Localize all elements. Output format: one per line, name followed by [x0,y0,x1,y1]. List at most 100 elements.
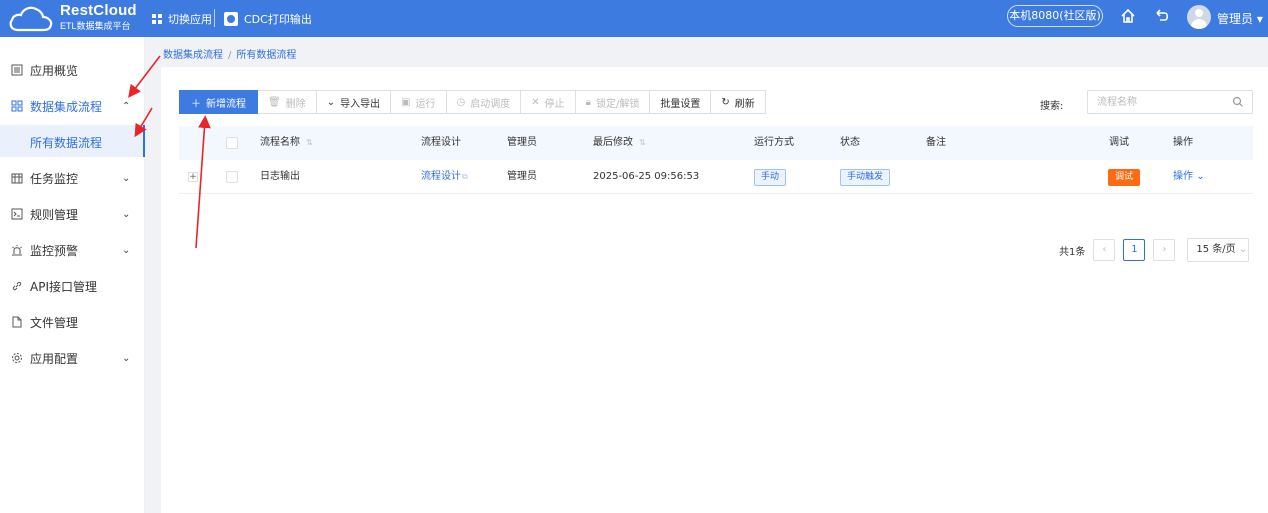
external-link-icon: ⧉ [462,172,468,181]
lock-unlock-button[interactable]: 🔒︎ 锁定/解锁 [575,90,651,114]
debug-cell: 调试 [1108,160,1141,194]
sidebar-item-rules[interactable]: 规则管理 ⌄ [0,196,145,232]
sidebar-item-label: 数据集成流程 [30,99,103,114]
alarm-icon [12,245,22,256]
col-modified-label: 最后修改 [593,137,633,148]
play-box-icon: ▣ [401,96,411,108]
chevron-down-icon: ⌄ [122,208,131,220]
breadcrumb: 数据集成流程 / 所有数据流程 [163,46,296,61]
sidebar-item-task-monitor[interactable]: 任务监控 ⌄ [0,160,145,196]
brand-title: RestCloud [60,2,137,19]
page-size-select[interactable]: 15 条/页 ⌄ [1187,238,1250,262]
plus-icon: ＋ [191,98,201,110]
apps-grid-icon [152,14,162,24]
sidebar-item-label: 文件管理 [30,315,79,330]
breadcrumb-separator: / [228,50,232,61]
prev-page-button[interactable]: ‹ [1093,239,1116,261]
col-actions: 操作 [1173,137,1193,148]
breadcrumb-parent[interactable]: 数据集成流程 [163,50,223,61]
switch-app-button[interactable]: 切换应用 [152,11,212,27]
debug-button[interactable]: 调试 [1108,169,1141,186]
batch-settings-label: 批量设置 [660,98,701,110]
actions-dropdown[interactable]: 操作 ⌄ [1173,160,1205,194]
trash-icon: 🗑 [268,96,281,108]
flow-list-panel: ＋ 新增流程 🗑 删除 ⌄ 导入导出 ▣ 运行 ◷ 启动调度 ✕ 停止 🔒︎ 锁定/解锁 批量… [161,67,1268,513]
sort-icon[interactable]: ⇅ [639,138,646,147]
user-avatar[interactable] [1187,5,1211,29]
home-icon[interactable] [1120,8,1136,24]
current-app-label: CDC打印输出 [244,13,312,26]
batch-settings-button[interactable]: 批量设置 [650,90,712,114]
search-label: 搜索: [1040,101,1064,112]
refresh-icon: ↻ [721,96,730,108]
user-name: 管理员 [1217,12,1254,26]
sidebar-subitem-label: 所有数据流程 [30,136,103,150]
col-debug: 调试 [1109,137,1129,148]
expand-row-icon[interactable]: + [188,172,198,182]
select-all-checkbox[interactable] [226,137,238,149]
page-number-button[interactable]: 1 [1123,239,1146,261]
divider [214,9,215,27]
search-field[interactable] [1087,90,1253,114]
sidebar-item-api[interactable]: API接口管理 [0,268,145,304]
sidebar-item-alerts[interactable]: 监控预警 ⌄ [0,232,145,268]
run-button[interactable]: ▣ 运行 [391,90,447,114]
col-design: 流程设计 [421,137,461,148]
terminal-icon [11,208,23,220]
search-icon[interactable] [1232,96,1244,108]
sort-icon[interactable]: ⇅ [306,138,313,147]
sidebar-item-data-flows[interactable]: 数据集成流程 ⌃ [0,88,145,124]
current-app[interactable]: CDC打印输出 [224,11,312,27]
environment-badge[interactable]: 本机8080(社区版) [1007,5,1103,27]
new-flow-label: 新增流程 [206,98,246,110]
lock-icon: 🔒︎ [585,96,591,108]
col-remark: 备注 [926,137,946,148]
sidebar-item-label: 监控预警 [30,243,79,258]
new-flow-button[interactable]: ＋ 新增流程 [179,90,258,114]
sidebar-item-label: 任务监控 [30,171,79,186]
refresh-button[interactable]: ↻ 刷新 [711,90,766,114]
chevron-down-icon: ⌄ [122,244,131,256]
table-header: 流程名称 ⇅ 流程设计 管理员 最后修改 ⇅ 运行方式 状态 备注 调试 操作 [179,126,1253,160]
delete-button[interactable]: 🗑 删除 [258,90,317,114]
brand-logo[interactable]: RestCloud ETL数据集成平台 [8,2,138,35]
flow-name: 日志输出 [260,171,300,182]
user-menu[interactable]: 管理员 ▾ [1217,10,1263,27]
clock-icon: ◷ [456,96,466,108]
col-name[interactable]: 流程名称 ⇅ [260,126,313,160]
start-schedule-button[interactable]: ◷ 启动调度 [446,90,522,114]
col-modified[interactable]: 最后修改 ⇅ [593,126,646,160]
chevron-down-icon: ⌄ [326,96,336,108]
cloud-logo-icon [9,6,53,32]
col-name-label: 流程名称 [260,137,300,148]
breadcrumb-current: 所有数据流程 [236,50,297,61]
search-input[interactable] [1088,91,1218,113]
sidebar-item-label: 应用配置 [30,351,79,366]
document-icon [11,64,23,76]
calendar-icon [11,173,23,184]
sidebar-item-app-config[interactable]: 应用配置 ⌄ [0,340,145,376]
sidebar-item-files[interactable]: 文件管理 [0,304,145,340]
sidebar-item-overview[interactable]: 应用概览 [0,52,145,88]
flow-admin: 管理员 [507,171,537,182]
file-icon [12,316,22,328]
flow-modified: 2025-06-25 09:56:53 [593,171,700,182]
row-checkbox[interactable] [226,171,238,183]
refresh-label: 刷新 [734,98,755,110]
stop-button[interactable]: ✕ 停止 [521,90,576,114]
sidebar-subitem-all-flows[interactable]: 所有数据流程 [0,125,145,157]
next-page-button[interactable]: › [1153,239,1176,261]
pagination: 共1条 ‹ 1 › 15 条/页 ⌄ [1059,238,1250,262]
flow-table: 流程名称 ⇅ 流程设计 管理员 最后修改 ⇅ 运行方式 状态 备注 调试 操作 + … [179,126,1253,194]
stop-label: 停止 [544,98,565,110]
return-icon[interactable] [1154,8,1170,24]
import-export-button[interactable]: ⌄ 导入导出 [316,90,392,114]
page-size-value: 15 条/页 [1196,244,1236,255]
sidebar-item-label: API接口管理 [30,279,97,294]
brand-subtitle: ETL数据集成平台 [60,21,131,31]
total-count: 共1条 [1059,246,1086,258]
switch-app-label: 切换应用 [168,13,212,26]
top-bar: RestCloud ETL数据集成平台 切换应用 CDC打印输出 本机8080(… [0,0,1268,37]
table-row[interactable]: + 日志输出 流程设计⧉ 管理员 2025-06-25 09:56:53 手动 … [179,160,1253,194]
flow-design-link[interactable]: 流程设计⧉ [421,160,468,194]
